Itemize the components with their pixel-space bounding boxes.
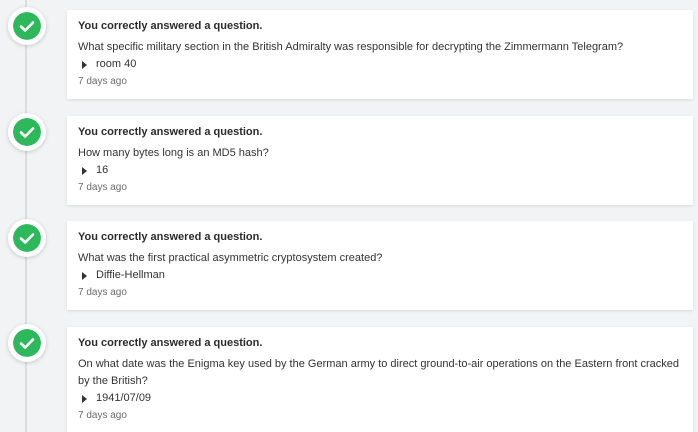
check-icon bbox=[13, 224, 41, 252]
timestamp: 7 days ago bbox=[78, 287, 127, 298]
activity-title: You correctly answered a question. bbox=[78, 20, 263, 32]
success-badge bbox=[8, 324, 46, 362]
check-icon bbox=[13, 12, 41, 40]
success-badge bbox=[8, 219, 46, 257]
answer-toggle[interactable]: room 40 bbox=[78, 56, 682, 73]
activity-timeline: You correctly answered a question. What … bbox=[0, 0, 698, 432]
check-icon bbox=[13, 118, 41, 146]
question-text: How many bytes long is an MD5 hash? bbox=[78, 147, 269, 159]
activity-card: You correctly answered a question. On wh… bbox=[67, 327, 693, 432]
timestamp: 7 days ago bbox=[78, 76, 127, 87]
answer-toggle[interactable]: Diffie-Hellman bbox=[78, 267, 682, 284]
timestamp: 7 days ago bbox=[78, 410, 127, 421]
activity-title: You correctly answered a question. bbox=[78, 231, 263, 243]
activity-card: You correctly answered a question. How m… bbox=[67, 116, 693, 205]
answer-text: room 40 bbox=[96, 58, 137, 70]
activity-card: You correctly answered a question. What … bbox=[67, 221, 693, 310]
question-text: On what date was the Enigma key used by … bbox=[78, 358, 680, 387]
activity-title: You correctly answered a question. bbox=[78, 126, 263, 138]
answer-text: 1941/07/09 bbox=[96, 392, 152, 404]
answer-toggle[interactable]: 16 bbox=[78, 162, 682, 179]
answer-toggle[interactable]: 1941/07/09 bbox=[78, 390, 682, 407]
caret-right-icon bbox=[82, 60, 87, 69]
activity-title: You correctly answered a question. bbox=[78, 337, 263, 349]
timestamp: 7 days ago bbox=[78, 182, 127, 193]
answer-text: 16 bbox=[96, 164, 109, 176]
answer-text: Diffie-Hellman bbox=[96, 269, 165, 281]
question-text: What specific military section in the Br… bbox=[78, 41, 624, 53]
activity-card: You correctly answered a question. What … bbox=[67, 10, 693, 99]
caret-right-icon bbox=[82, 271, 87, 280]
success-badge bbox=[8, 7, 46, 45]
success-badge bbox=[8, 113, 46, 151]
timeline-line bbox=[25, 0, 27, 432]
question-text: What was the first practical asymmetric … bbox=[78, 252, 383, 264]
check-icon bbox=[13, 329, 41, 357]
caret-right-icon bbox=[82, 394, 87, 403]
caret-right-icon bbox=[82, 166, 87, 175]
